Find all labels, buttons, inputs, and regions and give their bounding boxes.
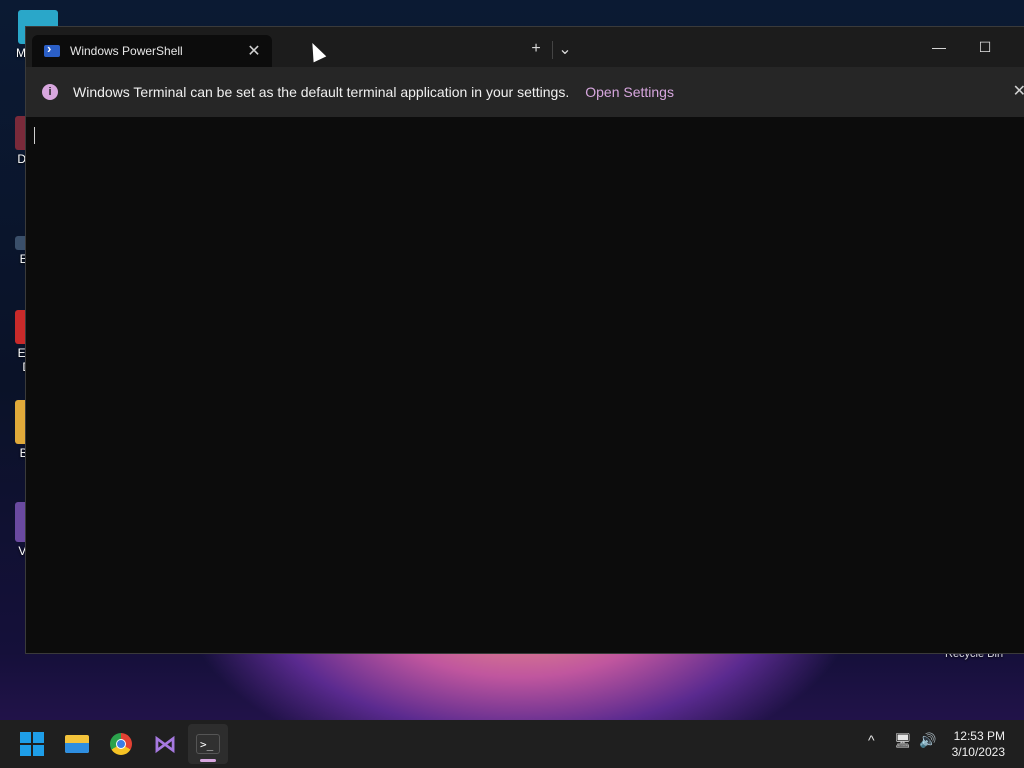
- powershell-icon: [44, 41, 60, 57]
- title-bar[interactable]: Windows PowerShell ✕ + ⌄ — ☐: [26, 27, 1024, 67]
- terminal-window: Windows PowerShell ✕ + ⌄ — ☐ i Windows T…: [25, 26, 1024, 654]
- infobar-message: Windows Terminal can be set as the defau…: [73, 84, 570, 100]
- clock-time: 12:53 PM: [953, 729, 1005, 743]
- terminal-icon: >_: [196, 734, 220, 754]
- network-icon[interactable]: 🖥: [894, 732, 912, 749]
- file-explorer-button[interactable]: [57, 724, 97, 764]
- clock-date: 3/10/2023: [951, 745, 1005, 759]
- text-cursor: [34, 127, 35, 144]
- volume-icon[interactable]: 🔊: [919, 732, 936, 749]
- default-terminal-infobar: i Windows Terminal can be set as the def…: [26, 67, 1024, 117]
- tab-windows-powershell[interactable]: Windows PowerShell ✕: [32, 35, 272, 67]
- visual-studio-button[interactable]: ⋈: [145, 724, 185, 764]
- minimize-button[interactable]: —: [916, 33, 962, 61]
- windows-start-icon: [20, 732, 44, 756]
- tab-title: Windows PowerShell: [70, 44, 183, 58]
- chevron-down-icon[interactable]: ⌄: [551, 37, 579, 61]
- open-settings-link[interactable]: Open Settings: [585, 84, 674, 100]
- chrome-button[interactable]: [101, 724, 141, 764]
- new-tab-button[interactable]: +: [522, 37, 550, 61]
- terminal-content-area[interactable]: [26, 117, 1024, 653]
- active-app-indicator: [200, 759, 216, 762]
- terminal-taskbar-button[interactable]: >_: [188, 724, 228, 764]
- chrome-icon: [110, 733, 132, 755]
- clock[interactable]: 12:53 PM 3/10/2023: [952, 728, 1005, 760]
- chevron-up-icon[interactable]: ^: [868, 732, 875, 748]
- visual-studio-icon: ⋈: [153, 730, 177, 758]
- info-icon: i: [42, 84, 58, 100]
- tab-close-icon[interactable]: ✕: [240, 39, 268, 63]
- taskbar: ⋈ >_ ^ 🖥 🔊 12:53 PM 3/10/2023: [0, 720, 1024, 768]
- file-explorer-icon: [65, 735, 89, 753]
- infobar-close-icon[interactable]: ✕: [1013, 81, 1024, 101]
- start-button[interactable]: [12, 724, 52, 764]
- maximize-button[interactable]: ☐: [962, 33, 1008, 61]
